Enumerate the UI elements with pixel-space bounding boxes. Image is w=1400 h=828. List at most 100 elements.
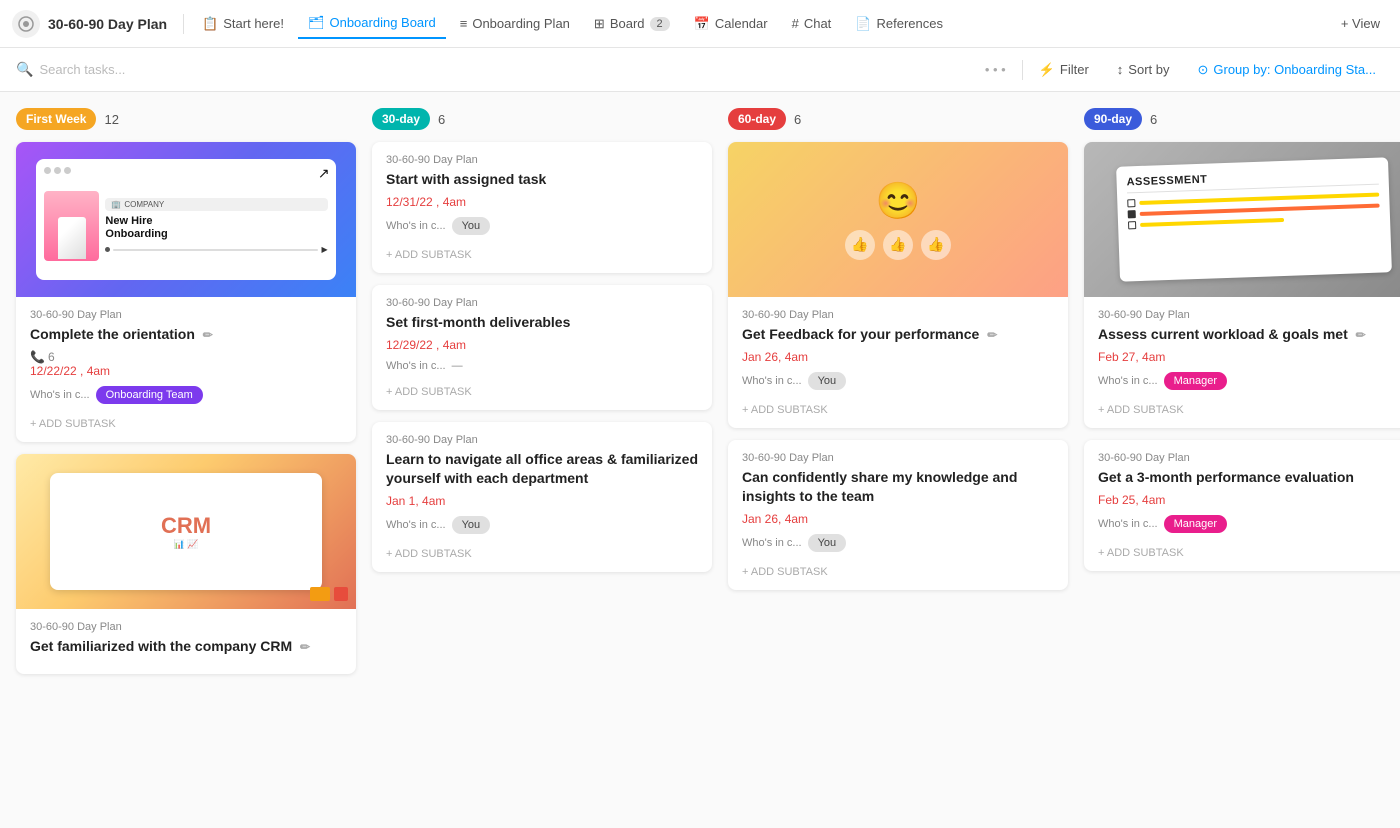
board-container: First Week 12 xyxy=(0,92,1400,828)
grid-icon: ⊞ xyxy=(594,16,605,32)
nav-item-board[interactable]: ⊞ Board 2 xyxy=(584,10,680,38)
edit-icon: ✏ xyxy=(987,328,997,342)
column-badge-90-day: 90-day xyxy=(1084,108,1142,130)
add-subtask-button[interactable]: + ADD SUBTASK xyxy=(386,380,698,398)
add-subtask-button[interactable]: + ADD SUBTASK xyxy=(30,412,342,430)
whos-in-label: Who's in c... xyxy=(1098,375,1158,387)
whos-in-label: Who's in c... xyxy=(386,360,446,372)
card-meta: Who's in c... Onboarding Team xyxy=(30,386,342,404)
card-orientation[interactable]: 🏢COMPANY New HireOnboarding ▶ xyxy=(16,142,356,442)
toolbar-right: ⚡ Filter ↕ Sort by ⊙ Group by: Onboardin… xyxy=(1031,58,1384,82)
column-count-30-day: 6 xyxy=(438,112,445,127)
card-meta: Who's in c... You xyxy=(742,534,1054,552)
filter-icon: ⚡ xyxy=(1039,62,1055,78)
card-plan: 30-60-90 Day Plan xyxy=(1098,309,1400,321)
group-by-button[interactable]: ⊙ Group by: Onboarding Sta... xyxy=(1189,58,1384,82)
card-body: 30-60-90 Day Plan Assess current workloa… xyxy=(1084,297,1400,428)
add-subtask-button[interactable]: + ADD SUBTASK xyxy=(386,542,698,560)
card-workload[interactable]: ASSESSMENT 30-60-90 Day Plan Assess xyxy=(1084,142,1400,428)
whos-in-label: Who's in c... xyxy=(30,389,90,401)
app-logo xyxy=(12,10,40,38)
nav-item-calendar[interactable]: 📅 Calendar xyxy=(684,10,778,38)
card-date: Feb 25, 4am xyxy=(1098,493,1400,507)
column-badge-first-week: First Week xyxy=(16,108,96,130)
card-date: 12/31/22 , 4am xyxy=(386,195,698,209)
search-box: 🔍 Search tasks... xyxy=(16,61,969,78)
card-office-areas[interactable]: 30-60-90 Day Plan Learn to navigate all … xyxy=(372,422,712,572)
card-body: 30-60-90 Day Plan Get Feedback for your … xyxy=(728,297,1068,428)
assignee-tag[interactable]: You xyxy=(808,372,847,390)
card-body: 30-60-90 Day Plan Get familiarized with … xyxy=(16,609,356,674)
card-body: 30-60-90 Day Plan Set first-month delive… xyxy=(372,285,712,410)
more-options-button[interactable]: • • • xyxy=(977,58,1014,81)
performance-card-image: 😊 👍 👍 👍 xyxy=(728,142,1068,297)
card-meta: Who's in c... You xyxy=(742,372,1054,390)
card-meta: Who's in c... — xyxy=(386,360,698,372)
whos-in-label: Who's in c... xyxy=(386,519,446,531)
assignee-tag[interactable]: You xyxy=(808,534,847,552)
column-badge-30-day: 30-day xyxy=(372,108,430,130)
add-subtask-button[interactable]: + ADD SUBTASK xyxy=(742,560,1054,578)
card-plan: 30-60-90 Day Plan xyxy=(386,297,698,309)
card-meta: Who's in c... You xyxy=(386,217,698,235)
sort-button[interactable]: ↕ Sort by xyxy=(1109,58,1178,81)
assessment-card-image: ASSESSMENT xyxy=(1084,142,1400,297)
filter-button[interactable]: ⚡ Filter xyxy=(1031,58,1097,82)
doc-icon: 📄 xyxy=(855,16,871,32)
edit-icon: ✏ xyxy=(203,328,213,342)
assignee-tag[interactable]: Manager xyxy=(1164,372,1227,390)
card-date: 12/29/22 , 4am xyxy=(386,338,698,352)
card-meta: Who's in c... You xyxy=(386,516,698,534)
card-plan: 30-60-90 Day Plan xyxy=(30,309,342,321)
board-icon: 🗂 xyxy=(308,15,325,31)
card-date: Feb 27, 4am xyxy=(1098,350,1400,364)
card-deliverables[interactable]: 30-60-90 Day Plan Set first-month delive… xyxy=(372,285,712,410)
whos-in-label: Who's in c... xyxy=(742,537,802,549)
card-title: Get a 3-month performance evaluation xyxy=(1098,468,1400,487)
card-title: Get Feedback for your performance ✏ xyxy=(742,325,1054,344)
card-feedback[interactable]: 😊 👍 👍 👍 30-60-90 Day Plan Get Feedb xyxy=(728,142,1068,428)
whos-in-label: Who's in c... xyxy=(386,220,446,232)
card-crm[interactable]: CRM 📊 📈 30-60-90 Day Plan Get familiariz… xyxy=(16,454,356,674)
crm-card-image: CRM 📊 📈 xyxy=(16,454,356,609)
card-plan: 30-60-90 Day Plan xyxy=(742,309,1054,321)
nav-item-onboarding-board[interactable]: 🗂 Onboarding Board xyxy=(298,9,446,39)
calendar-icon: 📅 xyxy=(694,16,710,32)
nav-item-references[interactable]: 📄 References xyxy=(845,10,953,38)
card-body: 30-60-90 Day Plan Start with assigned ta… xyxy=(372,142,712,273)
column-count-90-day: 6 xyxy=(1150,112,1157,127)
assignee-tag[interactable]: Manager xyxy=(1164,515,1227,533)
group-icon: ⊙ xyxy=(1197,62,1208,78)
list-icon: ≡ xyxy=(460,16,468,31)
edit-icon: ✏ xyxy=(1356,328,1366,342)
card-title: Can confidently share my knowledge and i… xyxy=(742,468,1054,506)
search-input[interactable]: Search tasks... xyxy=(39,62,125,77)
sort-icon: ↕ xyxy=(1117,62,1124,77)
nav-divider-1 xyxy=(183,14,184,34)
assignee-tag[interactable]: Onboarding Team xyxy=(96,386,203,404)
add-subtask-button[interactable]: + ADD SUBTASK xyxy=(386,243,698,261)
add-subtask-button[interactable]: + ADD SUBTASK xyxy=(1098,398,1400,416)
card-knowledge-share[interactable]: 30-60-90 Day Plan Can confidently share … xyxy=(728,440,1068,590)
card-evaluation[interactable]: 30-60-90 Day Plan Get a 3-month performa… xyxy=(1084,440,1400,571)
card-meta: Who's in c... Manager xyxy=(1098,515,1400,533)
card-title: Get familiarized with the company CRM ✏ xyxy=(30,637,342,656)
card-assigned-task[interactable]: 30-60-90 Day Plan Start with assigned ta… xyxy=(372,142,712,273)
column-header-first-week: First Week 12 xyxy=(16,108,356,130)
phone-count: 📞6 xyxy=(30,350,342,364)
assignee-tag[interactable]: You xyxy=(452,516,491,534)
assignee-tag[interactable]: You xyxy=(452,217,491,235)
card-date: Jan 26, 4am xyxy=(742,512,1054,526)
clipboard-icon: 📋 xyxy=(202,16,218,32)
nav-item-start-here[interactable]: 📋 Start here! xyxy=(192,10,294,38)
nav-item-onboarding-plan[interactable]: ≡ Onboarding Plan xyxy=(450,10,580,37)
card-plan: 30-60-90 Day Plan xyxy=(386,154,698,166)
card-title: Learn to navigate all office areas & fam… xyxy=(386,450,698,488)
column-first-week: First Week 12 xyxy=(16,108,356,812)
add-subtask-button[interactable]: + ADD SUBTASK xyxy=(742,398,1054,416)
card-plan: 30-60-90 Day Plan xyxy=(386,434,698,446)
card-plan: 30-60-90 Day Plan xyxy=(30,621,342,633)
add-subtask-button[interactable]: + ADD SUBTASK xyxy=(1098,541,1400,559)
add-view-button[interactable]: + View xyxy=(1333,10,1388,37)
nav-item-chat[interactable]: # Chat xyxy=(782,10,842,37)
